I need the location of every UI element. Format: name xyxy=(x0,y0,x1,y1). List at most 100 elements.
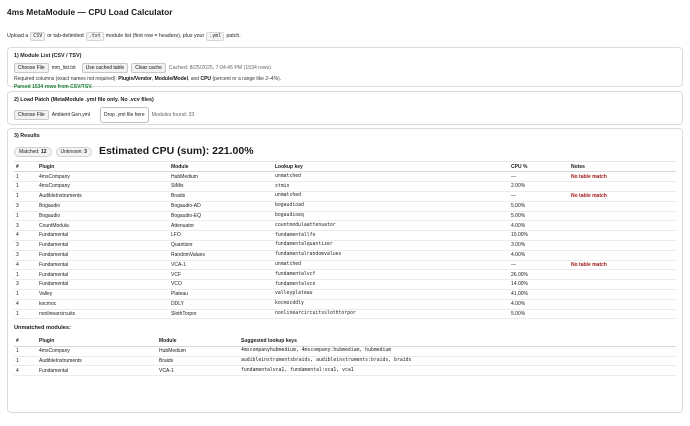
results-cell-note xyxy=(569,309,676,320)
results-column-header: Plugin xyxy=(37,161,169,173)
results-cell-n: 1 xyxy=(14,309,37,320)
results-cell-n: 3 xyxy=(14,250,37,261)
required-col-module: Module/Model xyxy=(154,76,188,83)
results-cell-note: No table match xyxy=(569,171,676,183)
results-cell-module: SlothTorpor xyxy=(169,309,273,320)
results-cell-note xyxy=(569,299,676,310)
results-cell-key: bogaudioeq xyxy=(273,211,509,222)
unmatched-column-header: Module xyxy=(157,336,239,347)
load-patch-title: 2) Load Patch (MetaModule .yml file only… xyxy=(14,96,154,103)
choose-module-list-file-button[interactable]: Choose File xyxy=(14,63,49,74)
unknown-value: 3 xyxy=(84,148,87,155)
unmatched-row: 1 AudibleInstruments Braids audibleinstrume… xyxy=(14,356,676,367)
use-cached-table-button[interactable]: Use cached table xyxy=(81,63,129,74)
unmatched-cell-module: Braids xyxy=(157,356,239,367)
results-cell-n: 3 xyxy=(14,240,37,251)
unmatched-header-row: # Plugin Module Suggested lookup keys xyxy=(14,336,676,347)
results-cell-n: 1 xyxy=(14,171,37,183)
unmatched-cell-plugin: Fundamental xyxy=(37,365,157,377)
results-cell-module: HubMedium xyxy=(169,171,273,183)
results-cell-key: countmodulaattenuator xyxy=(273,220,509,232)
matched-label: Matched: xyxy=(19,148,40,155)
results-cell-note xyxy=(569,220,676,232)
unmatched-row: 1 4msCompany HubMedium 4mscompanyhubmedium,… xyxy=(14,346,676,357)
matched-value: 12 xyxy=(40,148,47,155)
results-row: 3 Fundamental Quantizer fundamentalquantize… xyxy=(14,240,676,251)
modules-found: Modules found: 33 xyxy=(151,112,195,118)
page-title: 4ms MetaModule — CPU Load Calculator xyxy=(7,7,173,17)
results-row: 1 4msCompany HubMedium unmatched — No table m… xyxy=(14,171,676,183)
results-cell-module: Plateau xyxy=(169,289,273,300)
results-cell-key: fundamentalvcf xyxy=(273,269,509,281)
results-cell-cpu: — xyxy=(509,171,569,183)
choose-patch-file-button[interactable]: Choose File xyxy=(14,110,49,121)
results-column-header: # xyxy=(14,161,37,173)
results-cell-key: stmix xyxy=(273,181,509,192)
unmatched-row: 4 Fundamental VCA-1 fundamentalvca1, fundam… xyxy=(14,365,676,377)
unmatched-title: Unmatched modules: xyxy=(14,325,71,332)
results-cell-plugin: Fundamental xyxy=(37,250,169,261)
intro-txt-chip: .txt xyxy=(85,31,104,41)
load-patch-card: 2) Load Patch (MetaModule .yml file only… xyxy=(7,90,683,125)
results-cell-cpu: 41.00% xyxy=(509,289,569,300)
results-cell-plugin: kocmoc xyxy=(37,299,169,310)
unknown-label: Unknown: xyxy=(60,148,83,155)
results-cell-note xyxy=(569,230,676,241)
results-cell-plugin: nonlinearcircuits xyxy=(37,309,169,320)
results-cell-plugin: Bogaudio xyxy=(37,201,169,212)
results-row: 3 Fundamental VCO fundamentalvco 14.00% xyxy=(14,279,676,290)
intro-csv-chip: CSV xyxy=(30,31,46,41)
results-cell-note xyxy=(569,240,676,251)
results-cell-key: fundamentalquantizer xyxy=(273,240,509,251)
intro-text: Upload a CSV or tab-delimited .txt modul… xyxy=(7,31,683,41)
results-body: 1 4msCompany HubMedium unmatched — No table m… xyxy=(14,171,676,320)
unmatched-cell-keys: fundamentalvca1, fundamental:vca1, vca1 xyxy=(239,365,676,377)
cached-info: Cached: 8/25/2025, 7:04:45 PM (1534 rows… xyxy=(168,65,271,71)
unmatched-cell-n: 1 xyxy=(14,356,37,367)
results-cell-module: DDLY xyxy=(169,299,273,310)
unmatched-cell-module: HubMedium xyxy=(157,346,239,357)
results-cell-cpu: — xyxy=(509,260,569,271)
intro-pre: Upload a xyxy=(7,32,29,39)
module-list-file-name: mm_list.txt xyxy=(51,65,76,72)
unmatched-cell-module: VCA-1 xyxy=(157,365,239,377)
results-cell-plugin: 4msCompany xyxy=(37,171,169,183)
results-table: # Plugin Module Lookup key CPU % Notes 1 4msCo… xyxy=(14,161,676,320)
unmatched-table: # Plugin Module Suggested lookup keys 1 4msC… xyxy=(14,336,676,377)
results-cell-note xyxy=(569,181,676,192)
results-row: 1 nonlinearcircuits SlothTorpor nonlinearci… xyxy=(14,309,676,320)
unmatched-cell-keys: audibleinstrumentsbraids, audibleinstrum… xyxy=(239,356,676,367)
page: 4ms MetaModule — CPU Load Calculator Upl… xyxy=(0,0,690,426)
results-cell-cpu: 4.00% xyxy=(509,250,569,261)
matched-badge: Matched: 12 xyxy=(14,146,52,157)
required-columns-note: Required columns (exact names not requir… xyxy=(14,76,676,82)
clear-cache-button[interactable]: Clear cache xyxy=(131,63,166,74)
results-column-header: Notes xyxy=(569,161,676,173)
results-cell-plugin: 4msCompany xyxy=(37,181,169,192)
results-cell-cpu: 2.00% xyxy=(509,181,569,192)
results-cell-n: 3 xyxy=(14,279,37,290)
results-cell-key: fundamentalrandomvalues xyxy=(273,250,509,261)
results-summary: Matched: 12 Unknown: 3 Estimated CPU (su… xyxy=(14,145,676,158)
results-cell-note xyxy=(569,289,676,300)
intro-mid2: module list (first row = headers), plus … xyxy=(105,32,205,39)
required-col-cpu: CPU xyxy=(200,76,212,83)
required-pre: Required columns (exact names not requir… xyxy=(14,76,117,83)
results-row: 3 Fundamental RandomValues fundamentalrando… xyxy=(14,250,676,261)
yml-drop-zone[interactable]: Drop .yml file here xyxy=(100,107,149,124)
results-cell-module: StMix xyxy=(169,181,273,192)
results-cell-cpu: 4.00% xyxy=(509,220,569,232)
results-cell-module: VCO xyxy=(169,279,273,290)
results-cell-note xyxy=(569,250,676,261)
results-cell-module: Bogaudio-AD xyxy=(169,201,273,212)
results-cell-plugin: Fundamental xyxy=(37,260,169,271)
module-list-card: 1) Module List (CSV / TSV) Choose File m… xyxy=(7,46,683,90)
results-cell-module: Attenuator xyxy=(169,220,273,232)
results-cell-plugin: Fundamental xyxy=(37,240,169,251)
results-row: 1 Valley Plateau valleyplateau 41.00% xyxy=(14,289,676,300)
results-cell-note xyxy=(569,269,676,281)
results-cell-n: 4 xyxy=(14,260,37,271)
results-row: 4 kocmoc DDLY kocmocddly 4.00% xyxy=(14,299,676,310)
unmatched-column-header: Plugin xyxy=(37,336,157,347)
results-card: 3) Results Matched: 12 Unknown: 3 Estima… xyxy=(7,127,683,413)
